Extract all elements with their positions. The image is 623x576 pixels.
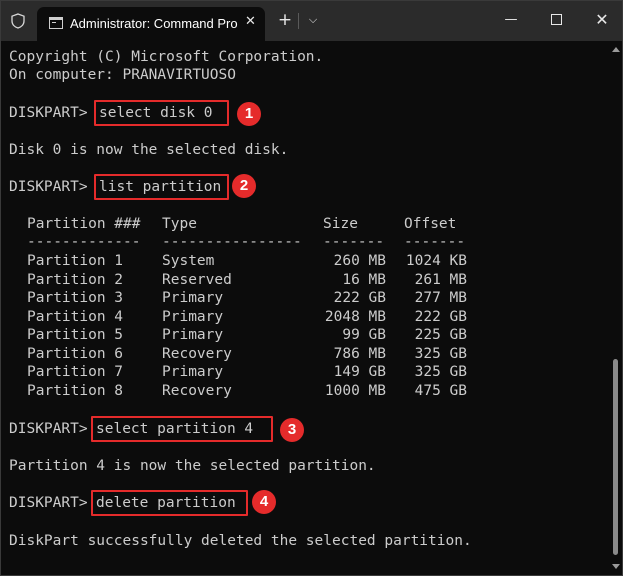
partition-offset-cell: 261 MB xyxy=(414,271,467,288)
terminal-output[interactable]: Copyright (C) Microsoft Corporation. On … xyxy=(1,41,609,575)
scroll-thumb[interactable] xyxy=(613,359,618,555)
computer-name-line: On computer: PRANAVIRTUOSO xyxy=(9,67,236,83)
partition-name-cell: Partition 7 xyxy=(27,364,124,380)
title-bar: Administrator: Command Pro ✕ + ⌵ — ✕ xyxy=(1,1,622,41)
close-window-icon[interactable]: ✕ xyxy=(594,11,610,29)
table-header: Size xyxy=(323,216,358,232)
response-line: Disk 0 is now the selected disk. xyxy=(9,142,289,158)
copyright-line: Copyright (C) Microsoft Corporation. xyxy=(9,49,324,65)
table-divider: ------- xyxy=(404,234,466,250)
partition-offset-cell: 1024 KB xyxy=(405,253,467,269)
partition-name-cell: Partition 2 xyxy=(27,271,124,288)
tab-title: Administrator: Command Pro xyxy=(70,16,238,31)
step-badge: 4 xyxy=(252,490,276,514)
prompt: DISKPART> xyxy=(9,105,97,121)
chevron-down-icon[interactable]: ⌵ xyxy=(306,13,320,27)
response-line: Partition 4 is now the selected partitio… xyxy=(9,458,376,474)
table-header: Offset xyxy=(404,216,457,232)
command-delete-partition: delete partition xyxy=(91,490,248,516)
tab-command-prompt[interactable]: Administrator: Command Pro ✕ xyxy=(37,7,265,41)
partition-name-cell: Partition 3 xyxy=(27,290,124,306)
partition-name-cell: Partition 1 xyxy=(27,253,124,269)
prompt: DISKPART> xyxy=(9,179,97,195)
response-line: DiskPart successfully deleted the select… xyxy=(9,533,472,549)
command-list-partition: list partition xyxy=(94,174,229,200)
partition-size-cell: 99 GB xyxy=(342,327,386,343)
partition-type-cell: Primary xyxy=(162,364,224,380)
partition-type-cell: Recovery xyxy=(162,382,232,399)
maximize-icon[interactable] xyxy=(551,14,562,25)
table-header: Partition ### xyxy=(27,216,141,232)
minimize-icon[interactable]: — xyxy=(504,12,518,28)
divider xyxy=(298,13,299,29)
partition-size-cell: 16 MB xyxy=(342,271,386,288)
partition-size-cell: 786 MB xyxy=(333,345,386,362)
table-divider: ------- xyxy=(323,234,385,250)
step-badge: 2 xyxy=(232,174,256,198)
terminal-icon xyxy=(49,17,63,29)
step-badge: 3 xyxy=(280,418,304,442)
scroll-down-arrow-icon[interactable] xyxy=(612,564,620,569)
partition-offset-cell: 277 MB xyxy=(414,290,467,306)
partition-type-cell: Reserved xyxy=(162,271,232,288)
partition-size-cell: 222 GB xyxy=(333,290,386,306)
prompt: DISKPART> xyxy=(9,495,97,511)
close-icon[interactable]: ✕ xyxy=(245,15,259,29)
partition-name-cell: Partition 8 xyxy=(27,382,124,399)
partition-type-cell: Primary xyxy=(162,327,224,343)
partition-offset-cell: 325 GB xyxy=(414,364,467,380)
partition-name-cell: Partition 6 xyxy=(27,345,124,362)
partition-type-cell: Primary xyxy=(162,308,224,325)
partition-offset-cell: 222 GB xyxy=(414,308,467,325)
partition-offset-cell: 325 GB xyxy=(414,345,467,362)
partition-name-cell: Partition 4 xyxy=(27,308,124,325)
shield-icon xyxy=(11,13,25,29)
prompt: DISKPART> xyxy=(9,421,97,437)
plus-icon[interactable]: + xyxy=(277,11,293,29)
command-select-disk: select disk 0 xyxy=(94,100,229,126)
command-select-partition: select partition 4 xyxy=(91,416,273,442)
partition-type-cell: System xyxy=(162,253,215,269)
partition-name-cell: Partition 5 xyxy=(27,327,124,343)
partition-size-cell: 2048 MB xyxy=(324,308,386,325)
partition-type-cell: Primary xyxy=(162,290,224,306)
table-divider: ------------- xyxy=(27,234,141,250)
terminal-window: Administrator: Command Pro ✕ + ⌵ — ✕ Cop… xyxy=(0,0,623,576)
partition-size-cell: 1000 MB xyxy=(324,382,386,399)
table-header: Type xyxy=(162,216,197,232)
step-badge: 1 xyxy=(237,102,261,126)
partition-size-cell: 149 GB xyxy=(333,364,386,380)
partition-size-cell: 260 MB xyxy=(333,253,386,269)
partition-offset-cell: 225 GB xyxy=(414,327,467,343)
scroll-up-arrow-icon[interactable] xyxy=(612,47,620,52)
vertical-scrollbar[interactable] xyxy=(609,41,622,575)
table-divider: ---------------- xyxy=(162,234,302,250)
partition-type-cell: Recovery xyxy=(162,345,232,362)
partition-offset-cell: 475 GB xyxy=(414,382,467,399)
